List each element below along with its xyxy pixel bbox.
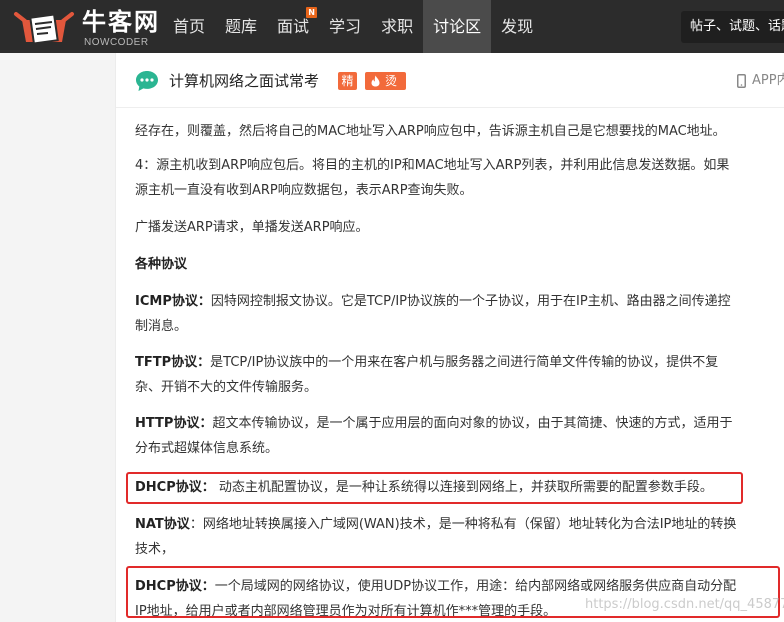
chat-bubble-icon bbox=[136, 71, 158, 91]
protocol-term: ICMP协议： bbox=[135, 294, 211, 309]
flame-icon bbox=[371, 75, 380, 87]
nav-label: 求职 bbox=[381, 17, 414, 36]
protocol-desc: 杂、开销不大的文件传输服务。 bbox=[135, 380, 318, 395]
essence-tag: 精 bbox=[338, 72, 357, 90]
protocol-tftp: TFTP协议：是TCP/IP协议族中的一个用来在客户机与服务器之间进行简单文件传… bbox=[135, 350, 784, 400]
hot-tag-label: 烫 bbox=[385, 74, 398, 88]
paragraph-line: 源主机一直没有收到ARP响应数据包，表示ARP查询失败。 bbox=[135, 183, 473, 198]
nav-item-discover[interactable]: 发现 bbox=[491, 0, 543, 53]
nav-label: 首页 bbox=[173, 17, 206, 36]
paragraph: 4：源主机收到ARP响应包后。将目的主机的IP和MAC地址写入ARP列表，并利用… bbox=[135, 153, 784, 203]
nav-item-interview[interactable]: 面试 N bbox=[267, 0, 319, 53]
protocol-term: HTTP协议： bbox=[135, 416, 213, 431]
phone-icon bbox=[737, 74, 746, 88]
nav-label: 面试 bbox=[277, 17, 310, 36]
brand-name: 牛客网 bbox=[82, 8, 160, 36]
protocol-http: HTTP协议：超文本传输协议，是一个属于应用层的面向对象的协议，由于其简捷、快速… bbox=[135, 411, 784, 461]
nowcoder-logo[interactable]: 牛客网 NOWCODER bbox=[12, 6, 162, 48]
protocol-desc: 制消息。 bbox=[135, 319, 188, 334]
section-heading: 各种协议 bbox=[135, 252, 784, 277]
nav-item-discussion[interactable]: 讨论区 bbox=[423, 0, 492, 53]
nav-label: 讨论区 bbox=[433, 17, 482, 36]
protocol-term: NAT协议 bbox=[135, 517, 190, 532]
protocol-nat: NAT协议：网络地址转换属接入广域网(WAN)技术，是一种将私有（保留）地址转化… bbox=[135, 512, 784, 562]
nav-item-question-bank[interactable]: 题库 bbox=[215, 0, 267, 53]
paragraph-text: 广播发送ARP请求，单播发送ARP响应。 bbox=[135, 220, 369, 235]
post-header: 计算机网络之面试常考 精 烫 APP内 bbox=[116, 53, 784, 108]
protocol-icmp: ICMP协议：因特网控制报文协议。它是TCP/IP协议族的一个子协议，用于在IP… bbox=[135, 289, 784, 339]
paragraph: 经存在，则覆盖，然后将自己的MAC地址写入ARP响应包中，告诉源主机自己是它想要… bbox=[135, 119, 784, 144]
post-card: 计算机网络之面试常考 精 烫 APP内 经存在，则覆盖，然后将自己的MAC地址写… bbox=[115, 53, 784, 622]
protocol-desc: ：网络地址转换属接入广域网(WAN)技术，是一种将私有（保留）地址转化为合法IP… bbox=[189, 517, 737, 532]
paragraph: 广播发送ARP请求，单播发送ARP响应。 bbox=[135, 215, 784, 240]
nav-label: 题库 bbox=[225, 17, 258, 36]
hot-tag: 烫 bbox=[365, 72, 406, 90]
paragraph-line: 4：源主机收到ARP响应包后。将目的主机的IP和MAC地址写入ARP列表，并利用… bbox=[135, 158, 730, 173]
nav-label: 发现 bbox=[501, 17, 534, 36]
main-nav: 首页 题库 面试 N 学习 求职 讨论区 发现 bbox=[163, 0, 543, 53]
protocol-desc: 技术， bbox=[135, 542, 175, 557]
new-badge: N bbox=[306, 7, 318, 18]
protocol-desc: 是TCP/IP协议族中的一个用来在客户机与服务器之间进行简单文件传输的协议，提供… bbox=[210, 355, 719, 370]
search-input[interactable]: 帖子、试题、话题 bbox=[681, 11, 784, 43]
nav-item-home[interactable]: 首页 bbox=[163, 0, 215, 53]
app-link-label: APP内 bbox=[752, 73, 784, 88]
nav-item-jobs[interactable]: 求职 bbox=[371, 0, 423, 53]
protocol-desc: 超文本传输协议，是一个属于应用层的面向对象的协议，由于其简捷、快速的方式，适用于 bbox=[212, 416, 733, 431]
protocol-term: TFTP协议： bbox=[135, 355, 211, 370]
logo-icon bbox=[14, 12, 74, 45]
top-navigation-bar: 牛客网 NOWCODER 首页 题库 面试 N 学习 求职 讨论区 发现 帖子、试… bbox=[0, 0, 784, 53]
csdn-watermark: https://blog.csdn.net/qq_45877524 bbox=[585, 597, 784, 612]
nav-item-learn[interactable]: 学习 bbox=[319, 0, 371, 53]
protocol-desc: 因特网控制报文协议。它是TCP/IP协议族的一个子协议，用于在IP主机、路由器之… bbox=[210, 294, 731, 309]
highlight-box-dhcp-1 bbox=[126, 472, 743, 504]
heading-text: 各种协议 bbox=[135, 257, 188, 272]
nav-label: 学习 bbox=[329, 17, 362, 36]
protocol-desc: 分布式超媒体信息系统。 bbox=[135, 441, 279, 456]
brand-name-en: NOWCODER bbox=[84, 37, 149, 48]
paragraph-text: 经存在，则覆盖，然后将自己的MAC地址写入ARP响应包中，告诉源主机自己是它想要… bbox=[135, 124, 726, 139]
post-title: 计算机网络之面试常考 bbox=[169, 72, 320, 90]
